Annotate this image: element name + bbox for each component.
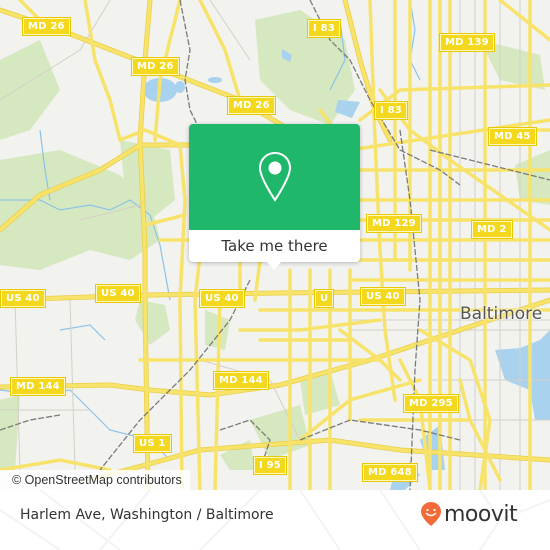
road-shield-md144: MD 144 — [11, 378, 65, 395]
road-shield-us40: US 40 — [96, 285, 140, 302]
city-label-baltimore: Baltimore — [460, 304, 543, 324]
road-shield-us1: US 1 — [134, 435, 171, 452]
road-shield-us40: US 40 — [1, 290, 45, 307]
road-shield-i95: I 95 — [254, 457, 286, 474]
road-shield-us40: US 40 — [361, 288, 405, 305]
road-shield-md144: MD 144 — [214, 372, 268, 389]
map-pin-icon — [258, 151, 291, 202]
map-view[interactable]: MD 26 MD 26 MD 26 I 83 MD 139 I 83 MD 45… — [0, 0, 550, 490]
road-shield-md26: MD 26 — [132, 58, 179, 75]
moovit-wordmark: moovit — [444, 501, 518, 527]
road-shield-md26: MD 26 — [23, 18, 70, 35]
road-shield-us40: U — [315, 290, 334, 307]
road-shield-md26: MD 26 — [228, 97, 275, 114]
moovit-pin-icon — [421, 502, 441, 526]
location-title: Harlem Ave, Washington / Baltimore — [20, 507, 274, 523]
road-shield-md129: MD 129 — [367, 215, 421, 232]
map-attribution[interactable]: © OpenStreetMap contributors — [0, 470, 190, 490]
road-shield-i83: I 83 — [375, 102, 407, 119]
road-shield-md2: MD 2 — [472, 221, 512, 238]
take-me-there-button[interactable]: Take me there — [189, 230, 360, 262]
popup-header — [189, 124, 360, 230]
location-popup: Take me there — [189, 124, 360, 270]
road-shield-md648: MD 648 — [363, 464, 417, 481]
road-shield-i83: I 83 — [308, 20, 340, 37]
road-shield-md139: MD 139 — [440, 34, 494, 51]
popup-pointer — [266, 261, 282, 270]
road-shield-md45: MD 45 — [489, 128, 536, 145]
footer-bar: Harlem Ave, Washington / Baltimore moovi… — [0, 490, 550, 550]
road-shield-md295: MD 295 — [404, 395, 458, 412]
road-shield-us40: US 40 — [200, 290, 244, 307]
moovit-logo[interactable]: moovit — [420, 501, 518, 527]
